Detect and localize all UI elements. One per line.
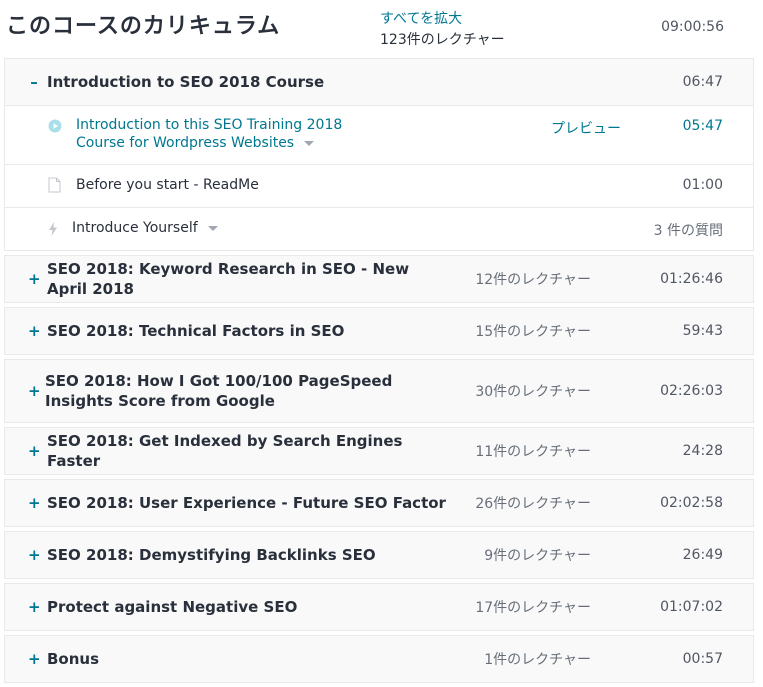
expand-toggle-icon[interactable]: +	[28, 442, 41, 460]
section-title[interactable]: Bonus	[47, 649, 447, 669]
section-title[interactable]: Introduction to SEO 2018 Course	[47, 72, 447, 92]
section-duration: 26:49	[682, 547, 723, 563]
total-duration: 09:00:56	[661, 19, 724, 35]
section-duration: 06:47	[682, 74, 723, 90]
curriculum-section[interactable]: + SEO 2018: How I Got 100/100 PageSpeed …	[4, 359, 754, 423]
expand-toggle-icon[interactable]: +	[28, 598, 41, 616]
section-lecture-count: 11件のレクチャー	[475, 444, 591, 460]
curriculum-header: このコースのカリキュラム すべてを拡大 123件のレクチャー 09:00:56	[0, 0, 763, 58]
curriculum-list: – Introduction to SEO 2018 Course 06:47 …	[4, 58, 754, 687]
section-title[interactable]: Protect against Negative SEO	[47, 597, 447, 617]
curriculum-section[interactable]: + Protect against Negative SEO 17件のレクチャー…	[4, 583, 754, 631]
lightning-icon	[48, 221, 58, 240]
lecture-duration: 05:47	[682, 118, 723, 134]
expand-toggle-icon[interactable]: +	[28, 322, 41, 340]
chevron-down-icon[interactable]	[207, 225, 218, 231]
section-title[interactable]: SEO 2018: How I Got 100/100 PageSpeed In…	[45, 371, 450, 411]
section-title[interactable]: SEO 2018: Keyword Research in SEO - New …	[47, 259, 447, 299]
section-lecture-count: 12件のレクチャー	[475, 272, 591, 288]
section-lecture-count: 9件のレクチャー	[484, 548, 591, 564]
expand-toggle-icon[interactable]: +	[28, 270, 41, 288]
section-lecture-count: 15件のレクチャー	[475, 324, 591, 340]
question-count: 3 件の質問	[653, 223, 723, 239]
lecture-item[interactable]: Before you start - ReadMe 01:00	[5, 164, 753, 207]
section-header[interactable]: – Introduction to SEO 2018 Course 06:47	[5, 59, 753, 105]
collapse-toggle-icon[interactable]: –	[28, 73, 40, 91]
section-duration: 24:28	[682, 443, 723, 459]
section-duration: 01:26:46	[660, 271, 723, 287]
section-title[interactable]: SEO 2018: Demystifying Backlinks SEO	[47, 545, 447, 565]
lecture-item[interactable]: Introduction to this SEO Training 2018 C…	[5, 105, 753, 164]
chevron-down-icon[interactable]	[304, 140, 315, 146]
section-duration: 02:02:58	[660, 495, 723, 511]
lecture-title-link[interactable]: Introduction to this SEO Training 2018 C…	[76, 116, 342, 152]
section-lecture-count: 26件のレクチャー	[475, 496, 591, 512]
section-title[interactable]: SEO 2018: User Experience - Future SEO F…	[47, 493, 447, 513]
lecture-title-line[interactable]: Introduction to this SEO Training 2018	[76, 116, 342, 134]
lecture-title[interactable]: Before you start - ReadMe	[76, 176, 259, 194]
section-lecture-count: 17件のレクチャー	[475, 600, 591, 616]
curriculum-section[interactable]: + SEO 2018: Keyword Research in SEO - Ne…	[4, 255, 754, 303]
expand-toggle-icon[interactable]: +	[28, 650, 41, 668]
expand-toggle-icon[interactable]: +	[28, 382, 41, 400]
lecture-duration: 01:00	[682, 177, 723, 193]
curriculum-section[interactable]: + SEO 2018: Get Indexed by Search Engine…	[4, 427, 754, 475]
quiz-title[interactable]: Introduce Yourself	[72, 219, 218, 237]
preview-link[interactable]: プレビュー	[551, 118, 621, 138]
play-circle-icon	[48, 118, 62, 137]
expand-toggle-icon[interactable]: +	[28, 546, 41, 564]
curriculum-title: このコースのカリキュラム	[6, 14, 281, 39]
lecture-title-line[interactable]: Course for Wordpress Websites	[76, 135, 294, 151]
section-duration: 02:26:03	[660, 383, 723, 399]
section-title[interactable]: SEO 2018: Technical Factors in SEO	[47, 321, 447, 341]
section-lecture-count: 30件のレクチャー	[475, 384, 591, 400]
expand-toggle-icon[interactable]: +	[28, 494, 41, 512]
section-duration: 01:07:02	[660, 599, 723, 615]
curriculum-section[interactable]: + SEO 2018: User Experience - Future SEO…	[4, 479, 754, 527]
curriculum-section[interactable]: + SEO 2018: Technical Factors in SEO 15件…	[4, 307, 754, 355]
curriculum-section-open: – Introduction to SEO 2018 Course 06:47 …	[4, 58, 754, 251]
section-title[interactable]: SEO 2018: Get Indexed by Search Engines …	[47, 431, 447, 471]
section-duration: 00:57	[682, 651, 723, 667]
expand-all-link[interactable]: すべてを拡大	[380, 8, 462, 28]
section-duration: 59:43	[682, 323, 723, 339]
document-icon	[48, 177, 61, 197]
curriculum-section[interactable]: + Bonus 1件のレクチャー 00:57	[4, 635, 754, 683]
curriculum-section[interactable]: + SEO 2018: Demystifying Backlinks SEO 9…	[4, 531, 754, 579]
quiz-title-text[interactable]: Introduce Yourself	[72, 220, 198, 236]
quiz-item[interactable]: Introduce Yourself 3 件の質問	[5, 207, 753, 250]
section-lecture-count: 1件のレクチャー	[484, 652, 591, 668]
total-lecture-count: 123件のレクチャー	[380, 32, 505, 48]
